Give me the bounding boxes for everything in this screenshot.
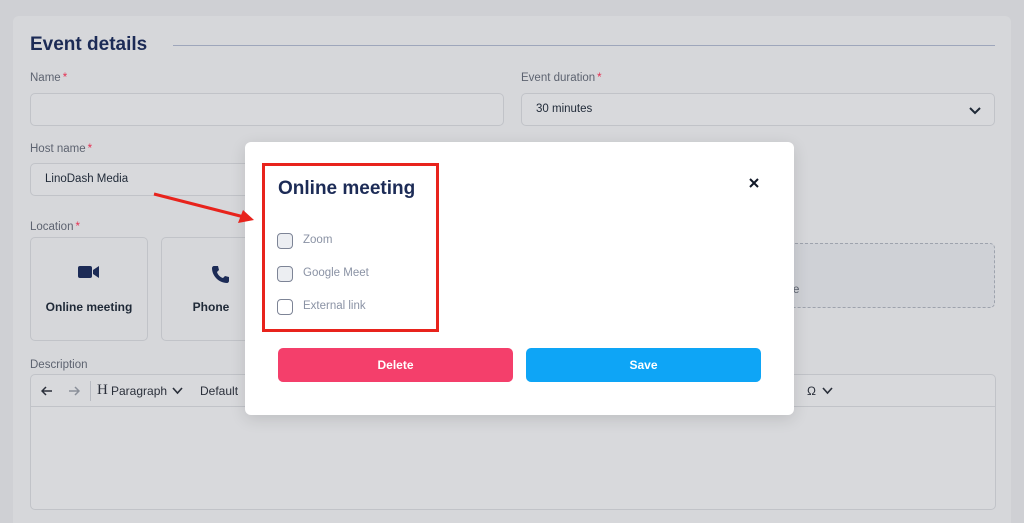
location-tile-label: Online meeting (45, 300, 133, 314)
location-tile-online-meeting[interactable]: Online meeting (30, 237, 148, 341)
close-icon[interactable] (745, 174, 763, 192)
chevron-down-icon[interactable] (822, 387, 833, 395)
annotation-highlight-box (262, 163, 439, 332)
location-tile-add[interactable]: e (780, 243, 995, 308)
save-button[interactable]: Save (526, 348, 761, 382)
font-select[interactable]: Default (200, 384, 238, 398)
phone-icon (212, 266, 229, 283)
heading-select[interactable]: Paragraph (111, 384, 167, 398)
duration-label: Event duration * (521, 72, 602, 84)
duration-select[interactable]: 30 minutes (521, 93, 995, 126)
delete-button[interactable]: Delete (278, 348, 513, 382)
heading-icon: H (97, 382, 108, 398)
chevron-down-icon (969, 107, 981, 115)
special-character-icon[interactable]: Ω (807, 384, 816, 398)
section-divider (173, 45, 995, 46)
host-label: Host name * (30, 143, 93, 155)
section-title: Event details (30, 34, 148, 55)
duration-value: 30 minutes (536, 103, 593, 115)
chevron-down-icon[interactable] (172, 387, 183, 395)
description-label: Description (30, 359, 88, 371)
arrow-left-icon[interactable] (41, 386, 53, 396)
toolbar-divider (90, 381, 91, 401)
annotation-arrow-icon (153, 192, 254, 223)
arrow-right-icon[interactable] (68, 386, 80, 396)
name-input[interactable] (30, 93, 504, 126)
video-camera-icon (78, 266, 99, 278)
location-label: Location * (30, 221, 80, 233)
name-label: Name * (30, 72, 68, 84)
